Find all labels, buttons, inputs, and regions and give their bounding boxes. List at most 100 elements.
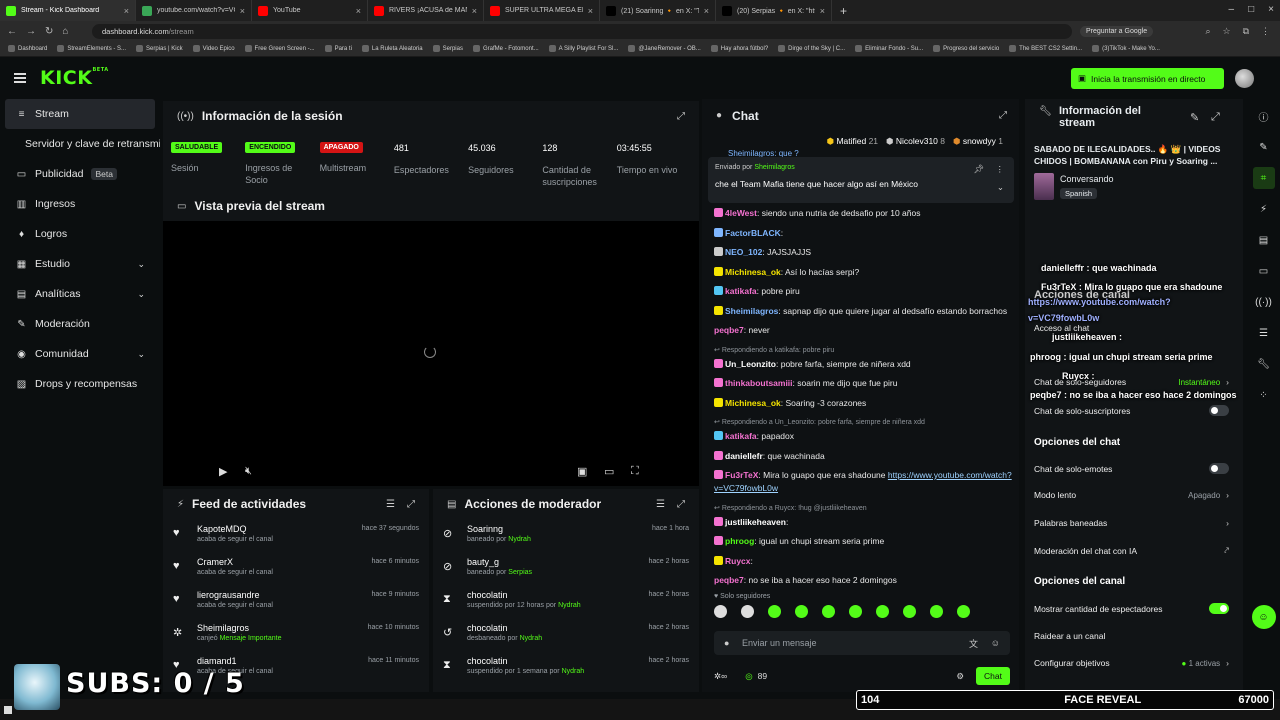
bookmark-item[interactable]: Para ti (324, 45, 352, 52)
emote-icon[interactable] (876, 605, 889, 618)
tab-close-icon[interactable]: × (704, 6, 709, 16)
chat-message[interactable]: katikafa: papadox (714, 430, 1014, 443)
tab-close-icon[interactable]: × (472, 6, 477, 16)
bookmark-item[interactable]: Dashboard (8, 45, 47, 52)
user-avatar[interactable] (1235, 69, 1254, 88)
emoji-icon[interactable]: ☺ (991, 638, 1000, 648)
filter-icon[interactable]: ☰ (386, 499, 395, 510)
bookmark-item[interactable]: La Ruleta Aleatoria (361, 45, 423, 52)
home-icon[interactable]: ⌂ (62, 26, 68, 37)
url-field[interactable]: dashboard.kick.com/stream (92, 23, 1072, 39)
chat-username[interactable]: peqbe7 (714, 325, 744, 335)
bookmark-star-icon[interactable]: ☆ (1222, 26, 1230, 37)
chat-username[interactable]: 4leWest (725, 208, 757, 218)
list-item[interactable]: ⊘ Soarinng baneado por Nydrah hace 1 hora (433, 519, 699, 552)
wrench-rail-icon[interactable]: 🔧︎ (1253, 353, 1275, 375)
tab-close-icon[interactable]: × (820, 6, 825, 16)
raid-row[interactable]: Raidear a un canal (1034, 631, 1229, 641)
support-icon[interactable]: ☺ (1251, 605, 1276, 629)
minimize-icon[interactable]: – (1229, 4, 1235, 15)
mute-icon[interactable]: 🔇︎ (245, 465, 252, 478)
popout-icon[interactable]: ⤢ (1211, 111, 1220, 124)
tab-close-icon[interactable]: × (588, 6, 593, 16)
video-player[interactable]: ▶ 🔇︎ ▣ ▭ ⛶ (163, 221, 699, 486)
sidebar-item-estudio[interactable]: ▦ Estudio ⌄ (0, 249, 160, 279)
chat-username[interactable]: Sheimilagros (725, 306, 778, 316)
chat-username[interactable]: daniellefr (725, 451, 763, 461)
scan-icon[interactable]: ⌗ (1252, 167, 1275, 189)
chat-message[interactable]: Fu3rTeX: Mira lo guapo que era shadoune … (714, 469, 1014, 495)
kick-logo[interactable]: KICKBETA (40, 67, 109, 89)
popout-icon[interactable]: ⤢ (407, 499, 415, 510)
list-item[interactable]: ♥ lierograusandre acaba de seguir el canal… (163, 585, 429, 618)
tab-close-icon[interactable]: × (124, 6, 129, 16)
popout-icon[interactable]: ⤢ (677, 111, 685, 122)
bookmark-item[interactable]: Dirge of the Sky | C... (778, 45, 845, 52)
dots-icon[interactable]: ⁘ (1253, 384, 1275, 406)
zoom-icon[interactable]: ⌕ (1205, 26, 1210, 37)
item-username[interactable]: bauty_g (467, 557, 532, 567)
chat-username[interactable]: phroog (725, 536, 754, 546)
browser-tab[interactable]: SUPER ULTRA MEGA EPIC ESPE × (484, 0, 600, 21)
chat-message[interactable]: phroog: igual un chupi stream seria prim… (714, 535, 1014, 548)
chat-message[interactable]: Michinesa_ok: Soaring -3 corazones (714, 397, 1014, 410)
browser-tab[interactable]: (20) Serpias 🔸 en X: "https:// × (716, 0, 832, 21)
bookmark-item[interactable]: Free Green Screen -... (244, 45, 315, 52)
popout-icon[interactable]: ⤢ (999, 110, 1019, 121)
lightning-icon[interactable]: ⚡︎ (1253, 198, 1275, 220)
emote-icon[interactable] (903, 605, 916, 618)
maximize-icon[interactable]: □ (1248, 4, 1254, 15)
chat-message[interactable]: NEO_102: JAJSJAJJS (714, 246, 1014, 259)
list-icon[interactable]: ☰ (1253, 322, 1275, 344)
category-name[interactable]: Conversando (1060, 174, 1114, 184)
item-username[interactable]: diamand1 (197, 656, 273, 666)
chat-username[interactable]: Michinesa_ok (725, 267, 781, 277)
sidebar-item-moderaci-n[interactable]: ✎ Moderación (0, 309, 160, 339)
theatre-icon[interactable]: ▭ (604, 465, 614, 478)
close-window-icon[interactable]: × (1268, 4, 1274, 15)
bookmark-item[interactable]: Video Epico (192, 45, 235, 52)
chat-rail-icon[interactable]: ▭ (1253, 260, 1275, 282)
bookmark-item[interactable]: (3)TikTok - Make Yo... (1092, 45, 1160, 52)
reload-icon[interactable]: ↻ (45, 26, 53, 37)
chat-message[interactable]: thinkaboutsamiii: soarin me dijo que fue… (714, 377, 1014, 390)
chat-message[interactable]: 4leWest: siendo una nutria de dedsafio p… (714, 207, 1014, 220)
sidebar-item-comunidad[interactable]: ◉ Comunidad ⌄ (0, 339, 160, 369)
chat-message[interactable]: daniellefr: que wachinada (714, 450, 1014, 463)
item-username[interactable]: chocolatin (467, 623, 542, 633)
browser-tab[interactable]: YouTube × (252, 0, 368, 21)
item-username[interactable]: CramerX (197, 557, 273, 567)
item-username[interactable]: Sheimilagros (197, 623, 281, 633)
hamburger-menu-icon[interactable] (14, 73, 26, 83)
chat-message[interactable]: peqbe7: no se iba a hacer eso hace 2 dom… (714, 574, 1014, 587)
tab-close-icon[interactable]: × (356, 6, 361, 16)
chevron-down-icon[interactable]: ⌄ (137, 289, 145, 300)
emote-icon[interactable] (849, 605, 862, 618)
bookmark-item[interactable]: StreamElements - S... (57, 45, 126, 52)
sidebar-item-stream[interactable]: ≡ Stream (5, 99, 155, 129)
windows-start-icon[interactable] (4, 705, 12, 714)
chat-message[interactable]: Michinesa_ok: Así lo hacías serpi? (714, 266, 1014, 279)
chat-username[interactable]: Ruycx (725, 556, 751, 566)
chat-message[interactable]: justliikeheaven: (714, 516, 1014, 529)
show-viewers-row[interactable]: Mostrar cantidad de espectadores (1034, 603, 1229, 614)
show-viewers-toggle[interactable] (1209, 603, 1229, 614)
menu-dots-icon[interactable]: ⋮ (1261, 26, 1270, 37)
chat-username[interactable]: FactorBLACK (725, 228, 781, 238)
chat-username[interactable]: Michinesa_ok (725, 398, 781, 408)
fullscreen-icon[interactable]: ⛶ (631, 465, 639, 478)
chat-username[interactable]: Fu3rTeX (725, 470, 758, 480)
item-username[interactable]: KapoteMDQ (197, 524, 273, 534)
emote-icon[interactable] (714, 605, 727, 618)
tab-close-icon[interactable]: × (240, 6, 245, 16)
chat-username[interactable]: katikafa (725, 431, 757, 441)
chat-username[interactable]: NEO_102 (725, 247, 762, 257)
pip-icon[interactable]: ▣ (577, 465, 587, 478)
emote-icon[interactable] (768, 605, 781, 618)
pencil-icon[interactable]: ✎ (1253, 136, 1275, 158)
emote-icon[interactable] (930, 605, 943, 618)
pin-icon[interactable]: 📌︎ (973, 164, 984, 175)
goals-row[interactable]: Configurar objetivos ● 1 activas › (1034, 658, 1229, 668)
browser-tab[interactable]: youtube.com/watch?v=VC79fo × (136, 0, 252, 21)
go-live-button[interactable]: ▣ Inicia la transmisión en directo (1071, 68, 1224, 89)
